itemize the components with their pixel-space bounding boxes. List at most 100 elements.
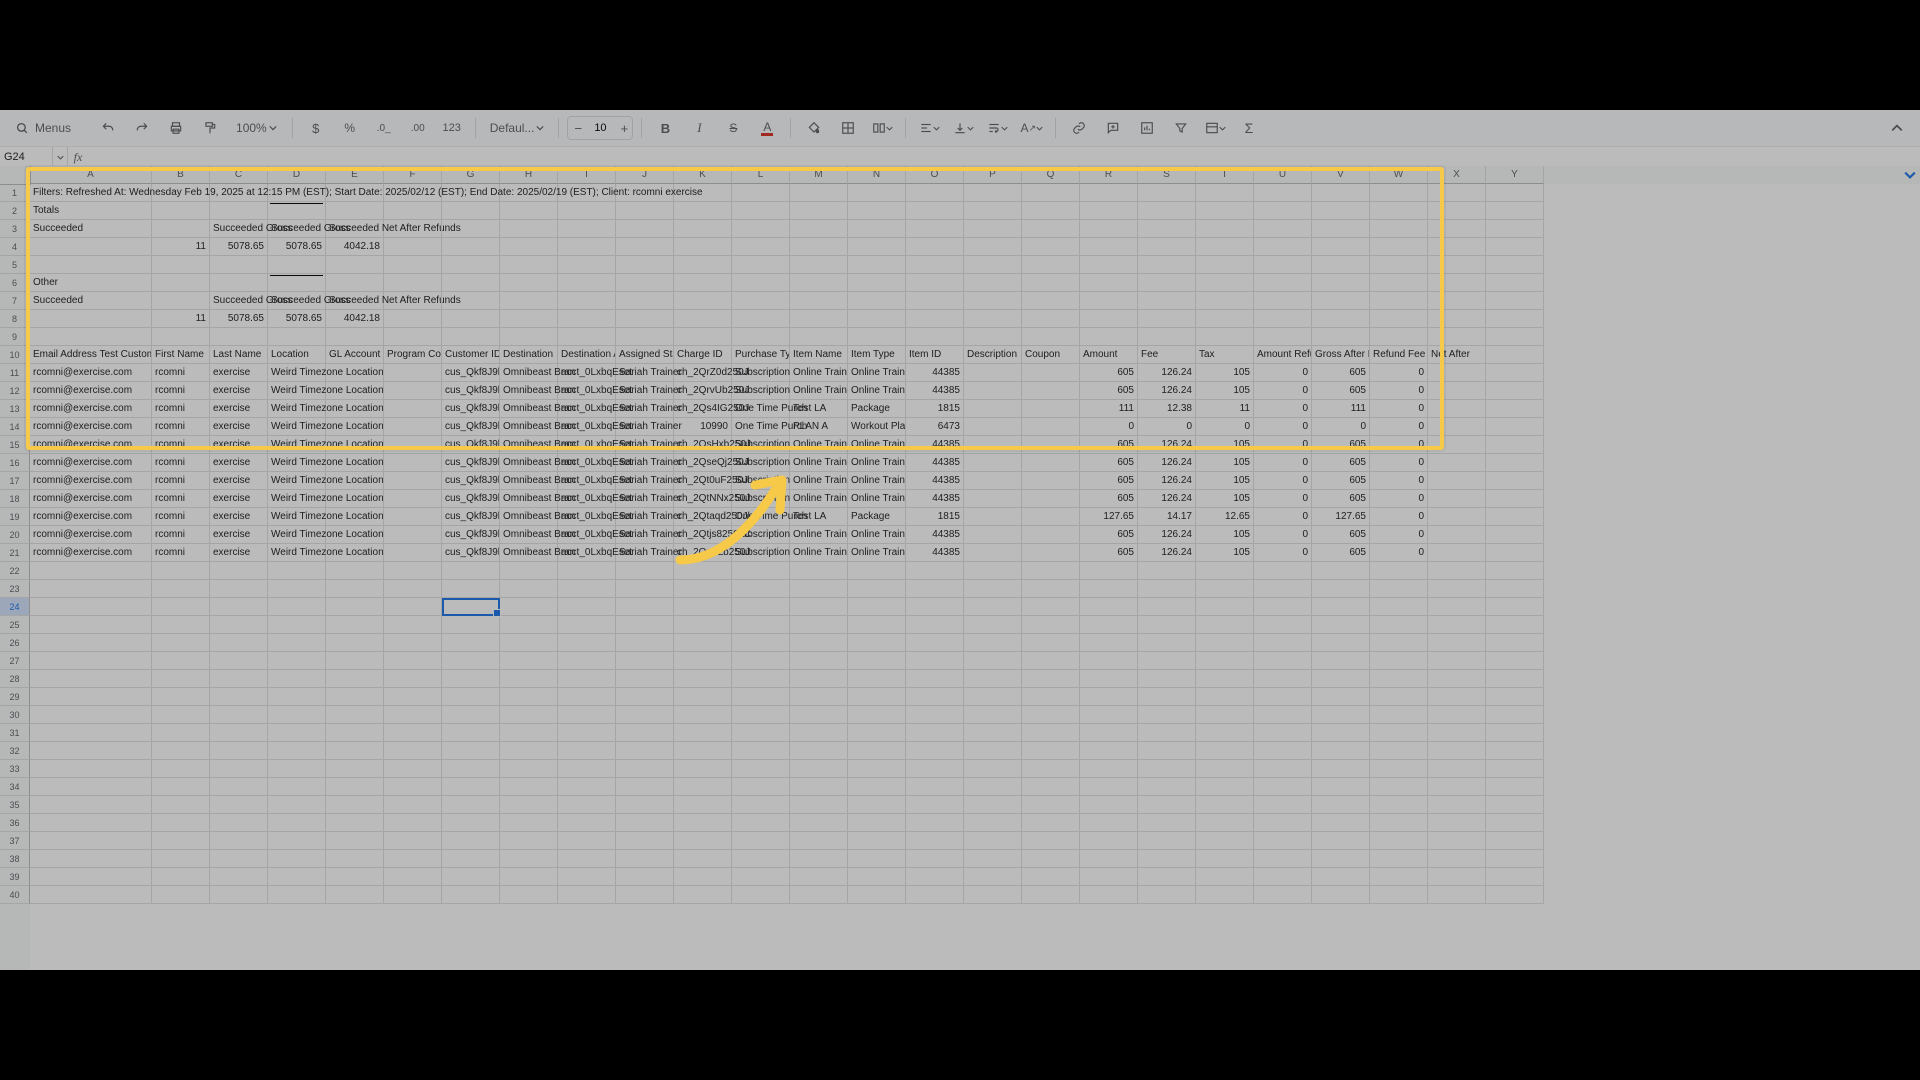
cell[interactable] <box>1138 706 1196 724</box>
cell[interactable] <box>1022 688 1080 706</box>
cell[interactable] <box>1370 868 1428 886</box>
cell[interactable] <box>1428 220 1486 238</box>
cell[interactable]: 605 <box>1312 436 1370 454</box>
cell[interactable] <box>326 526 384 544</box>
cell[interactable] <box>790 652 848 670</box>
column-header[interactable]: L <box>732 166 790 184</box>
cell[interactable] <box>1138 598 1196 616</box>
column-header[interactable]: E <box>326 166 384 184</box>
cell[interactable]: rcomni <box>152 544 210 562</box>
cell[interactable] <box>152 328 210 346</box>
cell[interactable] <box>1428 364 1486 382</box>
cell[interactable] <box>268 886 326 904</box>
cell[interactable] <box>268 616 326 634</box>
cell[interactable] <box>1196 274 1254 292</box>
cell[interactable] <box>1254 688 1312 706</box>
cell[interactable] <box>1080 706 1138 724</box>
cell[interactable] <box>1254 238 1312 256</box>
cell[interactable] <box>1428 544 1486 562</box>
cell[interactable] <box>732 184 790 202</box>
cell[interactable] <box>1022 850 1080 868</box>
cell[interactable]: rcomni@exercise.com <box>30 400 152 418</box>
cell[interactable]: ch_2Qtaqd250Jl <box>674 508 732 526</box>
cell[interactable] <box>616 616 674 634</box>
cell[interactable] <box>732 328 790 346</box>
cell[interactable] <box>674 688 732 706</box>
cell[interactable]: 0 <box>1254 472 1312 490</box>
cell[interactable] <box>1254 580 1312 598</box>
cell[interactable] <box>1196 778 1254 796</box>
cell[interactable] <box>558 814 616 832</box>
cell[interactable] <box>558 328 616 346</box>
cell[interactable] <box>1428 598 1486 616</box>
cell[interactable]: Subscription <box>732 472 790 490</box>
cell[interactable]: Tax <box>1196 346 1254 364</box>
cell[interactable] <box>1196 886 1254 904</box>
cell[interactable] <box>558 598 616 616</box>
cell[interactable] <box>30 310 152 328</box>
cell[interactable] <box>1428 256 1486 274</box>
cell[interactable]: 0 <box>1312 418 1370 436</box>
cell[interactable] <box>268 778 326 796</box>
cell[interactable]: 44385 <box>906 454 964 472</box>
cell[interactable]: 0 <box>1370 454 1428 472</box>
cell[interactable] <box>964 490 1022 508</box>
cell[interactable] <box>732 598 790 616</box>
cell[interactable]: ch_2Qs4IG250J <box>674 400 732 418</box>
column-header[interactable]: H <box>500 166 558 184</box>
cell[interactable]: Omnibeast Bran <box>500 436 558 454</box>
cell[interactable] <box>964 184 1022 202</box>
cell[interactable]: 0 <box>1254 544 1312 562</box>
cell[interactable] <box>558 274 616 292</box>
cell[interactable]: Subscription <box>732 436 790 454</box>
cell[interactable]: Program Code ID <box>384 346 442 364</box>
redo-button[interactable] <box>127 116 157 140</box>
more-formats-button[interactable]: 123 <box>437 116 467 140</box>
cell[interactable]: 44385 <box>906 472 964 490</box>
cell[interactable] <box>1486 220 1544 238</box>
cell[interactable] <box>558 688 616 706</box>
cell[interactable] <box>500 670 558 688</box>
row-header[interactable]: 3 <box>0 220 30 238</box>
cell[interactable] <box>848 238 906 256</box>
cell[interactable] <box>1196 634 1254 652</box>
insert-chart-button[interactable] <box>1132 116 1162 140</box>
cell[interactable] <box>790 778 848 796</box>
cell[interactable] <box>1022 490 1080 508</box>
cell[interactable] <box>558 886 616 904</box>
cell[interactable] <box>30 814 152 832</box>
cell[interactable] <box>906 274 964 292</box>
row-header[interactable]: 32 <box>0 742 30 760</box>
cell[interactable]: 0 <box>1370 436 1428 454</box>
cell[interactable]: cus_Qkf8J9hUa <box>442 364 500 382</box>
cell[interactable] <box>1254 310 1312 328</box>
cell[interactable] <box>964 310 1022 328</box>
cell[interactable]: Online Training <box>848 526 906 544</box>
cell[interactable]: 605 <box>1080 472 1138 490</box>
cell[interactable]: Package <box>848 508 906 526</box>
cell[interactable] <box>268 580 326 598</box>
cell[interactable] <box>1486 706 1544 724</box>
cell[interactable] <box>674 256 732 274</box>
cell[interactable] <box>1254 256 1312 274</box>
cell[interactable] <box>268 634 326 652</box>
cell[interactable] <box>558 832 616 850</box>
cell[interactable] <box>1370 832 1428 850</box>
cell[interactable] <box>1370 562 1428 580</box>
cell[interactable] <box>30 652 152 670</box>
cell[interactable]: ch_2Qtjs8250JC <box>674 526 732 544</box>
cell[interactable] <box>732 202 790 220</box>
cell[interactable]: Weird Timezone Location <box>268 508 326 526</box>
cell[interactable]: Weird Timezone Location <box>268 400 326 418</box>
cell[interactable] <box>210 634 268 652</box>
cell[interactable] <box>616 670 674 688</box>
cell[interactable] <box>964 706 1022 724</box>
cell[interactable]: Filters: Refreshed At: Wednesday Feb 19,… <box>30 184 152 202</box>
cell[interactable] <box>790 742 848 760</box>
cell[interactable] <box>790 634 848 652</box>
cell[interactable]: One Time Purch <box>732 418 790 436</box>
cell[interactable] <box>616 778 674 796</box>
cell[interactable] <box>616 220 674 238</box>
cell[interactable] <box>152 760 210 778</box>
cell[interactable] <box>848 742 906 760</box>
